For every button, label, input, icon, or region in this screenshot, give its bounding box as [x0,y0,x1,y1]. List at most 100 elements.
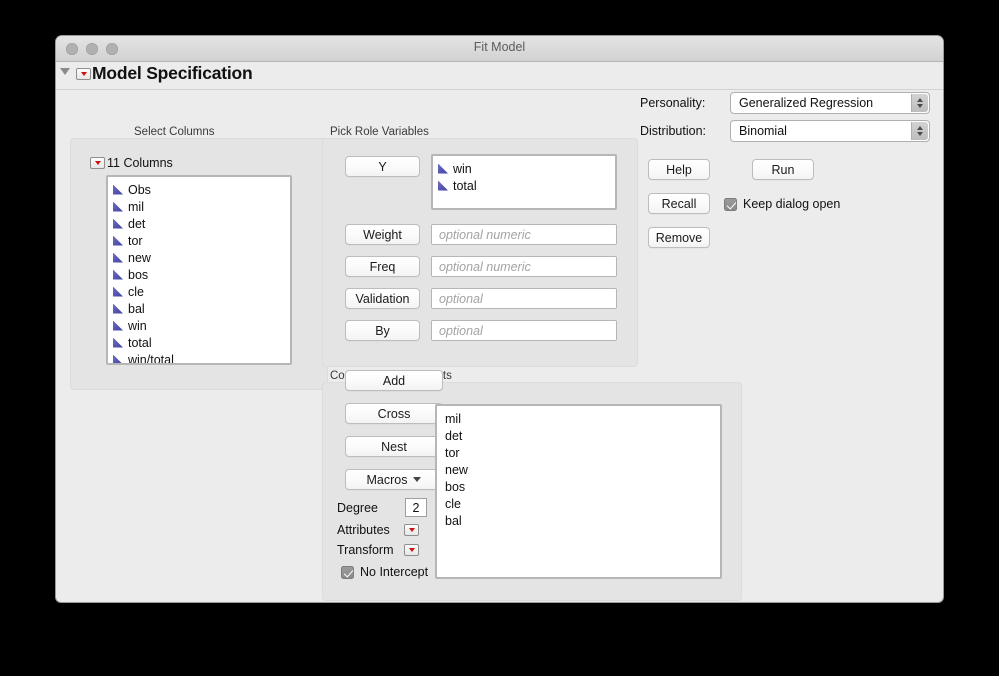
column-list-item[interactable]: cle [108,283,290,300]
continuous-variable-icon [113,286,123,297]
continuous-variable-icon [113,218,123,229]
checkmark-icon [341,565,354,579]
checkmark-icon [724,197,737,211]
personality-select[interactable]: Generalized Regression [730,92,930,114]
y-role-item-label: win [453,161,472,176]
continuous-variable-icon [113,184,123,195]
continuous-variable-icon [113,337,123,348]
by-role-field[interactable]: optional [431,320,617,341]
y-role-item[interactable]: win [433,160,615,177]
distribution-stepper-icon[interactable] [911,122,928,140]
personality-value: Generalized Regression [739,96,874,110]
column-list-item[interactable]: win/total [108,351,290,365]
column-list-item-label: win [128,318,147,333]
effect-list-item-label: det [445,428,463,443]
attributes-label: Attributes [337,523,390,537]
add-button[interactable]: Add [345,370,443,391]
column-list-item-label: cle [128,284,144,299]
transform-red-popup-menu-icon[interactable] [404,544,419,556]
column-list-item-label: total [128,335,152,350]
column-list-item[interactable]: det [108,215,290,232]
disclosure-triangle-icon[interactable] [60,68,70,75]
red-popup-menu-icon[interactable] [76,68,91,80]
column-list-item-label: bal [128,301,145,316]
macros-label: Macros [366,472,408,487]
column-list-item[interactable]: total [108,334,290,351]
validation-role-field[interactable]: optional [431,288,617,309]
recall-button[interactable]: Recall [648,193,710,214]
model-effects-listbox[interactable]: mil det tor new bos cle bal [435,404,722,579]
no-intercept-checkbox[interactable]: No Intercept [341,565,428,579]
column-list-item-label: win/total [128,352,174,365]
column-list-item[interactable]: new [108,249,290,266]
weight-role-field[interactable]: optional numeric [431,224,617,245]
column-list-item-label: tor [128,233,143,248]
effect-list-item[interactable]: new [437,461,720,478]
continuous-variable-icon [438,180,448,191]
column-list-item-label: mil [128,199,144,214]
continuous-variable-icon [113,201,123,212]
effect-list-item[interactable]: bos [437,478,720,495]
effect-list-item[interactable]: mil [437,410,720,427]
columns-listbox[interactable]: Obs mil det tor new bos cle bal win total win/tota… [106,175,292,365]
keep-dialog-open-label: Keep dialog open [743,197,841,211]
model-specification-header: Model Specification [56,62,943,90]
freq-placeholder: optional numeric [439,259,531,274]
column-list-item-label: new [128,250,151,265]
degree-label: Degree [337,501,378,515]
column-list-item[interactable]: bos [108,266,290,283]
effect-list-item[interactable]: bal [437,512,720,529]
effect-list-item-label: bal [445,513,462,528]
y-role-item[interactable]: total [433,177,615,194]
attributes-red-popup-menu-icon[interactable] [404,524,419,536]
page-title: Model Specification [92,63,253,83]
column-list-item[interactable]: win [108,317,290,334]
continuous-variable-icon [113,303,123,314]
keep-dialog-open-checkbox[interactable]: Keep dialog open [724,197,840,211]
continuous-variable-icon [113,269,123,280]
degree-stepper[interactable]: 2 [405,498,427,517]
continuous-variable-icon [113,252,123,263]
column-list-item[interactable]: tor [108,232,290,249]
validation-role-button[interactable]: Validation [345,288,420,309]
macros-button[interactable]: Macros [345,469,443,490]
validation-placeholder: optional [439,291,483,306]
distribution-value: Binomial [739,124,787,138]
continuous-variable-icon [113,354,123,363]
effect-list-item[interactable]: tor [437,444,720,461]
column-list-item[interactable]: bal [108,300,290,317]
effect-list-item[interactable]: cle [437,495,720,512]
freq-role-button[interactable]: Freq [345,256,420,277]
chevron-down-icon [413,477,422,482]
window-title: Fit Model [473,40,526,54]
help-button[interactable]: Help [648,159,710,180]
freq-role-field[interactable]: optional numeric [431,256,617,277]
effect-list-item-label: tor [445,445,460,460]
select-columns-label: Select Columns [134,126,215,138]
column-list-item-label: bos [128,267,149,282]
continuous-variable-icon [113,235,123,246]
pick-role-variables-label: Pick Role Variables [330,126,429,138]
columns-red-popup-menu-icon[interactable] [90,157,105,169]
column-list-item[interactable]: Obs [108,181,290,198]
y-role-item-label: total [453,178,477,193]
transform-label: Transform [337,543,394,557]
column-list-item-label: det [128,216,146,231]
run-button[interactable]: Run [752,159,814,180]
fit-model-window: Fit Model Model Specification Select Col… [56,36,943,602]
effect-list-item[interactable]: det [437,427,720,444]
column-list-item[interactable]: mil [108,198,290,215]
y-role-listbox[interactable]: win total [431,154,617,210]
weight-role-button[interactable]: Weight [345,224,420,245]
by-role-button[interactable]: By [345,320,420,341]
chevron-down-icon [917,132,923,136]
distribution-select[interactable]: Binomial [730,120,930,142]
window-titlebar: Fit Model [56,36,943,62]
y-role-button[interactable]: Y [345,156,420,177]
personality-stepper-icon[interactable] [911,94,928,112]
remove-button[interactable]: Remove [648,227,710,248]
nest-button[interactable]: Nest [345,436,443,457]
cross-button[interactable]: Cross [345,403,443,424]
continuous-variable-icon [113,320,123,331]
column-list-item-label: Obs [128,182,151,197]
